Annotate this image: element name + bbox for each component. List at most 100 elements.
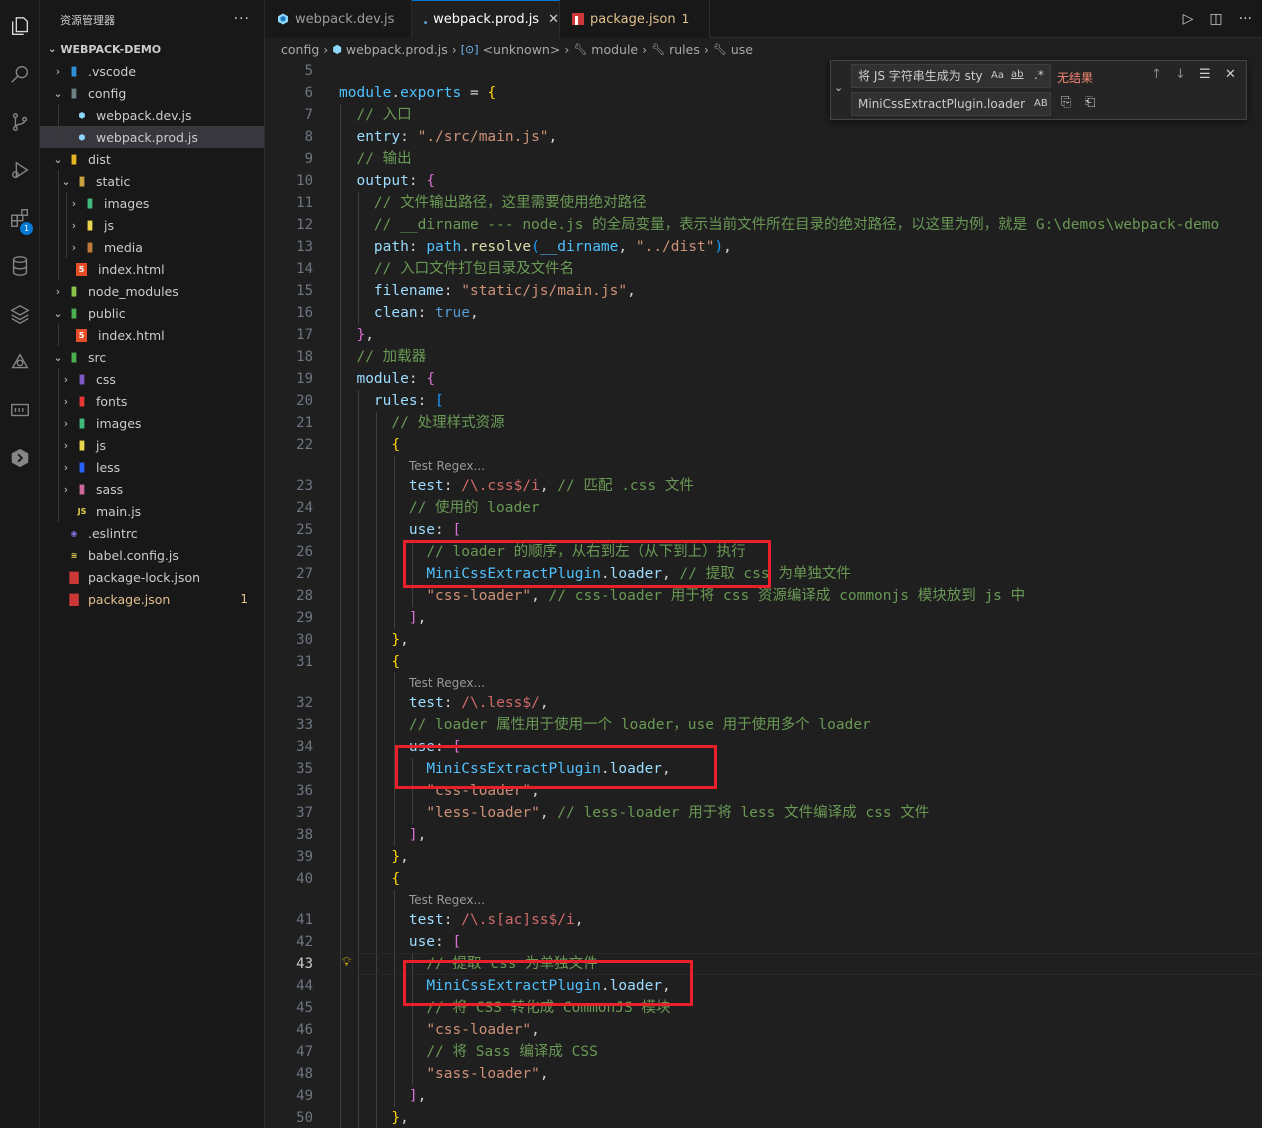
breadcrumb-item[interactable]: module (591, 42, 638, 57)
layers-icon[interactable] (0, 294, 40, 334)
breadcrumb-item[interactable]: <unknown> (483, 42, 561, 57)
code-line[interactable]: 32 test: /\.less$/, (265, 692, 1262, 714)
more-actions-icon[interactable]: ··· (1239, 11, 1252, 27)
code-line[interactable]: 31 { (265, 651, 1262, 673)
code-line[interactable]: 49 ], (265, 1085, 1262, 1107)
tree-item[interactable]: › ▮ .vscode (40, 60, 264, 82)
code-line[interactable]: 50 }, (265, 1107, 1262, 1128)
tree-item[interactable]: ⌄ ▮ public (40, 302, 264, 324)
extensions-icon[interactable]: 1 (0, 198, 40, 238)
chevron-down-icon[interactable]: ⌄ (50, 153, 66, 166)
code-line[interactable]: 9 // 输出 (265, 148, 1262, 170)
tree-item[interactable]: › ▮ media (40, 236, 264, 258)
chevron-right-icon[interactable]: › (66, 197, 82, 210)
code-line[interactable]: 30 }, (265, 629, 1262, 651)
code-line[interactable]: 14 // 入口文件打包目录及文件名 (265, 258, 1262, 280)
find-in-selection-icon[interactable]: ☰ (1199, 67, 1211, 82)
code-line[interactable]: 23 test: /\.css$/i, // 匹配 .css 文件 (265, 475, 1262, 497)
next-match-icon[interactable]: ↓ (1175, 67, 1186, 82)
chevron-down-icon[interactable]: ⌄ (50, 87, 66, 100)
project-root[interactable]: ⌄ WEBPACK-DEMO (40, 38, 265, 60)
code-line[interactable]: 18 // 加载器 (265, 346, 1262, 368)
tree-item[interactable]: › ▮ less (40, 456, 264, 478)
chevron-right-icon[interactable]: › (66, 241, 82, 254)
chevron-right-icon[interactable]: › (58, 483, 74, 496)
code-line[interactable]: 40 { (265, 868, 1262, 890)
breadcrumb-item[interactable]: webpack.prod.js (346, 42, 448, 57)
tree-item[interactable]: 5 index.html (40, 324, 264, 346)
tab-webpack-prod[interactable]: webpack.prod.js ✕ (412, 0, 560, 38)
replace-input[interactable]: MiniCssExtractPlugin.loader (851, 92, 1051, 116)
chevron-right-icon[interactable]: › (58, 373, 74, 386)
git-graph-icon[interactable] (0, 342, 40, 382)
match-case-toggle[interactable]: Aa (991, 70, 1004, 81)
tree-item[interactable]: ▇ package.json 1 (40, 588, 264, 610)
match-whole-word-toggle[interactable]: ab (1011, 69, 1023, 80)
tree-item[interactable]: ⌄ ▮ config (40, 82, 264, 104)
code-line[interactable]: 47 // 将 Sass 编译成 CSS (265, 1041, 1262, 1063)
code-line[interactable]: 13 path: path.resolve(__dirname, "../dis… (265, 236, 1262, 258)
replace-icon[interactable]: ⎘ (1061, 95, 1071, 110)
tree-item[interactable]: 5 index.html (40, 258, 264, 280)
tab-webpack-dev[interactable]: webpack.dev.js (265, 0, 412, 38)
code-line[interactable]: 25 use: [ (265, 519, 1262, 541)
code-line[interactable]: 29 ], (265, 607, 1262, 629)
run-icon[interactable]: ▷ (1183, 11, 1194, 27)
codelens-test-regex[interactable]: Test Regex... (409, 672, 485, 694)
tree-item[interactable]: › ▮ fonts (40, 390, 264, 412)
tree-item[interactable]: ◉ .eslintrc (40, 522, 264, 544)
chevron-right-icon[interactable]: › (50, 285, 66, 298)
code-line[interactable]: 48 "sass-loader", (265, 1063, 1262, 1085)
chevron-down-icon[interactable]: ⌄ (58, 175, 74, 188)
code-line[interactable]: 41 test: /\.s[ac]ss$/i, (265, 909, 1262, 931)
tree-item[interactable]: ▇ package-lock.json (40, 566, 264, 588)
code-line[interactable]: 24 // 使用的 loader (265, 497, 1262, 519)
tree-item[interactable]: › ▮ node_modules (40, 280, 264, 302)
code-editor[interactable]: 💡︎ Test Regex... Test Regex... Test Regex..… (265, 60, 1262, 1128)
tree-item[interactable]: ⬢ webpack.prod.js (40, 126, 264, 148)
chevron-right-icon[interactable]: › (58, 417, 74, 430)
code-line[interactable]: 38 ], (265, 824, 1262, 846)
chevron-down-icon[interactable]: ⌄ (50, 307, 66, 320)
more-actions-icon[interactable]: ··· (234, 11, 250, 27)
code-line[interactable]: 33 // loader 属性用于使用一个 loader，use 用于使用多个 … (265, 714, 1262, 736)
code-line[interactable]: 28 "css-loader", // css-loader 用于将 css 资… (265, 585, 1262, 607)
hexagon-extension-icon[interactable] (0, 438, 40, 478)
tree-item[interactable]: › ▮ js (40, 434, 264, 456)
tab-package-json[interactable]: package.json 1 (560, 0, 710, 38)
run-debug-icon[interactable] (0, 150, 40, 190)
chevron-right-icon[interactable]: › (66, 219, 82, 232)
tree-item[interactable]: ⬢ webpack.dev.js (40, 104, 264, 126)
tree-item[interactable]: ⌄ ▮ dist (40, 148, 264, 170)
preserve-case-toggle[interactable]: AB (1034, 98, 1048, 109)
code-line[interactable]: 21 // 处理样式资源 (265, 412, 1262, 434)
code-line[interactable]: 37 "less-loader", // less-loader 用于将 les… (265, 802, 1262, 824)
code-line[interactable]: 8 entry: "./src/main.js", (265, 126, 1262, 148)
code-line[interactable]: 16 clean: true, (265, 302, 1262, 324)
code-line[interactable]: 12 // __dirname --- node.js 的全局变量，表示当前文件… (265, 214, 1262, 236)
tree-item[interactable]: › ▮ js (40, 214, 264, 236)
chevron-right-icon[interactable]: › (58, 439, 74, 452)
chevron-down-icon[interactable]: ⌄ (50, 351, 66, 364)
code-line[interactable]: 17 }, (265, 324, 1262, 346)
breadcrumb-item[interactable]: rules (669, 42, 700, 57)
code-line[interactable]: 20 rules: [ (265, 390, 1262, 412)
chevron-right-icon[interactable]: › (50, 65, 66, 78)
code-line[interactable]: 19 module: { (265, 368, 1262, 390)
codelens-test-regex[interactable]: Test Regex... (409, 455, 485, 477)
breadcrumb-item[interactable]: config (281, 42, 319, 57)
close-tab-icon[interactable]: ✕ (548, 12, 559, 27)
code-line[interactable]: 46 "css-loader", (265, 1019, 1262, 1041)
search-icon[interactable] (0, 54, 40, 94)
previous-match-icon[interactable]: ↑ (1151, 67, 1162, 82)
tree-item[interactable]: ≋ babel.config.js (40, 544, 264, 566)
tree-item[interactable]: JS main.js (40, 500, 264, 522)
tree-item[interactable]: › ▮ images (40, 412, 264, 434)
code-line[interactable]: 11 // 文件输出路径，这里需要使用绝对路径 (265, 192, 1262, 214)
tree-item[interactable]: › ▮ images (40, 192, 264, 214)
code-line[interactable]: 42 use: [ (265, 931, 1262, 953)
code-line[interactable]: 10 output: { (265, 170, 1262, 192)
tree-item[interactable]: › ▮ sass (40, 478, 264, 500)
tree-item[interactable]: › ▮ css (40, 368, 264, 390)
split-editor-icon[interactable]: ◫ (1209, 11, 1222, 27)
